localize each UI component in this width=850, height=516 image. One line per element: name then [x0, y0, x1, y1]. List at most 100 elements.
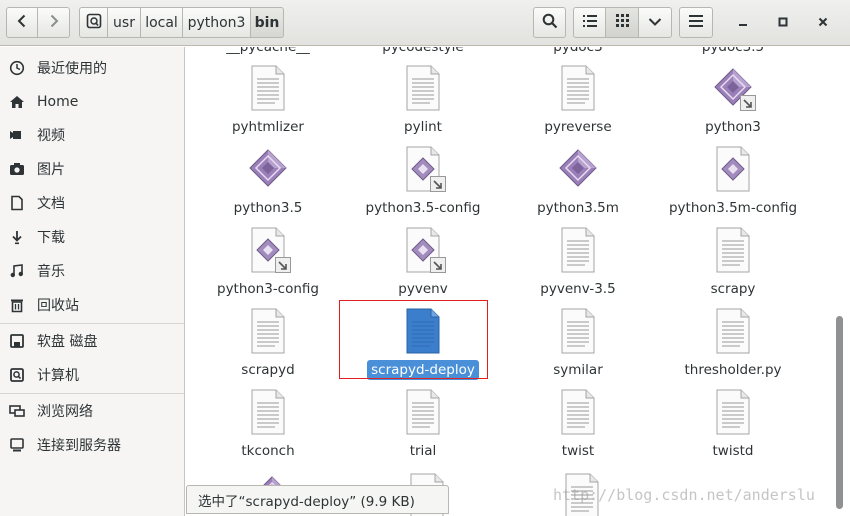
file-item[interactable]: twist: [500, 389, 656, 469]
file-item[interactable]: pyvenv-3.5: [500, 227, 656, 307]
header-bar: usr local python3 bin: [0, 0, 850, 46]
file-label: scrapyd: [241, 362, 295, 378]
sidebar-item-label: 下载: [37, 230, 65, 246]
list-view-icon: [582, 14, 597, 31]
sidebar-item-downloads[interactable]: 下载: [0, 221, 184, 253]
network-icon: [9, 403, 25, 419]
sidebar-item-floppy[interactable]: 软盘 磁盘: [0, 325, 184, 357]
file-icon-text: [248, 389, 288, 435]
sidebar-item-network[interactable]: 浏览网络: [0, 395, 184, 427]
file-label-wrap: pyreverse: [500, 117, 656, 137]
scrollbar-thumb[interactable]: [836, 316, 843, 509]
file-item[interactable]: twistd: [655, 389, 811, 469]
file-icon-text: [558, 227, 598, 273]
close-button[interactable]: [811, 12, 835, 34]
file-icon-exec: [558, 146, 598, 192]
file-item[interactable]: pyvenv: [345, 227, 501, 307]
sidebar-item-label: 音乐: [37, 264, 65, 280]
file-label: pydoc3.5: [701, 47, 765, 55]
view-options-button[interactable]: [639, 7, 672, 38]
breadcrumb-python3[interactable]: python3: [183, 7, 251, 38]
file-icon-script: [713, 146, 753, 192]
file-item[interactable]: pydoc3.5: [655, 47, 811, 57]
file-label-wrap: pyhtmlizer: [190, 117, 346, 137]
floppy-disk-icon: [9, 333, 25, 349]
file-item[interactable]: symilar: [500, 308, 656, 388]
file-label: twist: [561, 443, 595, 459]
file-label-wrap: symilar: [500, 360, 656, 380]
file-item[interactable]: python3.5-config: [345, 146, 501, 226]
file-label: pyreverse: [544, 119, 612, 135]
file-label-wrap: pyvenv: [345, 279, 501, 299]
sidebar-item-connect-server[interactable]: 连接到服务器: [0, 429, 184, 461]
sidebar-item-pictures[interactable]: 图片: [0, 153, 184, 185]
server-icon: [9, 437, 25, 453]
back-button[interactable]: [6, 7, 38, 38]
file-label-wrap: pyvenv-3.5: [500, 279, 656, 299]
sidebar-item-label: 回收站: [37, 298, 79, 314]
trash-icon: [9, 297, 25, 313]
file-label: python3.5m-config: [668, 200, 798, 216]
sidebar-item-recent[interactable]: 最近使用的: [0, 52, 184, 84]
menu-button[interactable]: [679, 7, 713, 38]
root-location-button[interactable]: [79, 7, 108, 38]
sidebar-item-home[interactable]: Home: [0, 86, 184, 118]
breadcrumb-bin[interactable]: bin: [251, 7, 284, 38]
minimize-button[interactable]: [731, 12, 755, 34]
maximize-button[interactable]: [771, 12, 795, 34]
file-item[interactable]: python3.5m: [500, 146, 656, 226]
file-icon-exec: [248, 146, 288, 192]
file-item[interactable]: pylint: [345, 65, 501, 145]
file-item[interactable]: pydoc3: [500, 47, 656, 57]
list-view-button[interactable]: [573, 7, 606, 38]
file-item[interactable]: pyhtmlizer: [190, 65, 346, 145]
file-item[interactable]: python3-config: [190, 227, 346, 307]
file-icon-text: [558, 308, 598, 354]
file-label: scrapy: [710, 281, 756, 297]
breadcrumb-usr[interactable]: usr: [108, 7, 141, 38]
file-label-wrap: scrapy: [655, 279, 811, 299]
forward-button[interactable]: [38, 7, 70, 38]
chevron-left-icon: [17, 14, 27, 32]
sidebar-item-music[interactable]: 音乐: [0, 255, 184, 287]
file-label-wrap: tkconch: [190, 441, 346, 461]
symlink-emblem-icon: [430, 257, 446, 273]
sidebar-item-label: 软盘 磁盘: [37, 334, 98, 350]
sidebar-item-videos[interactable]: 视频: [0, 119, 184, 151]
file-item[interactable]: tkconch: [190, 389, 346, 469]
sidebar-separator: [0, 323, 184, 324]
drive-icon: [86, 13, 102, 33]
file-item[interactable]: thresholder.py: [655, 308, 811, 388]
file-label-wrap: python3.5m: [500, 198, 656, 218]
sidebar-item-documents[interactable]: 文档: [0, 187, 184, 219]
file-icon-text: [713, 227, 753, 273]
file-label: python3.5: [233, 200, 303, 216]
file-label: thresholder.py: [684, 362, 782, 378]
file-label-wrap: python3-config: [190, 279, 346, 299]
file-label: symilar: [553, 362, 603, 378]
file-grid: __pycache__ pycodestyle pydoc3 pydoc3.5 …: [186, 47, 833, 516]
file-item[interactable]: python3.5: [190, 146, 346, 226]
sidebar-item-trash[interactable]: 回收站: [0, 289, 184, 321]
file-item[interactable]: pyreverse: [500, 65, 656, 145]
file-icon-script: [403, 227, 443, 273]
file-item[interactable]: trial: [345, 389, 501, 469]
file-icon-text: [403, 65, 443, 111]
chevron-down-icon: [648, 15, 662, 31]
video-icon: [9, 127, 25, 143]
file-item[interactable]: pycodestyle: [345, 47, 501, 57]
file-item[interactable]: python3.5m-config: [655, 146, 811, 226]
breadcrumb-local[interactable]: local: [141, 7, 183, 38]
file-item[interactable]: python3: [655, 65, 811, 145]
grid-view-button[interactable]: [606, 7, 639, 38]
file-icon-exec: [713, 65, 753, 111]
sidebar-item-label: 图片: [37, 162, 65, 178]
maximize-icon: [778, 15, 788, 31]
search-icon: [542, 13, 558, 33]
file-icon-text: [403, 389, 443, 435]
file-item[interactable]: __pycache__: [190, 47, 346, 57]
file-item[interactable]: scrapyd: [190, 308, 346, 388]
file-item[interactable]: scrapy: [655, 227, 811, 307]
sidebar-item-computer[interactable]: 计算机: [0, 359, 184, 391]
search-button[interactable]: [533, 7, 566, 38]
